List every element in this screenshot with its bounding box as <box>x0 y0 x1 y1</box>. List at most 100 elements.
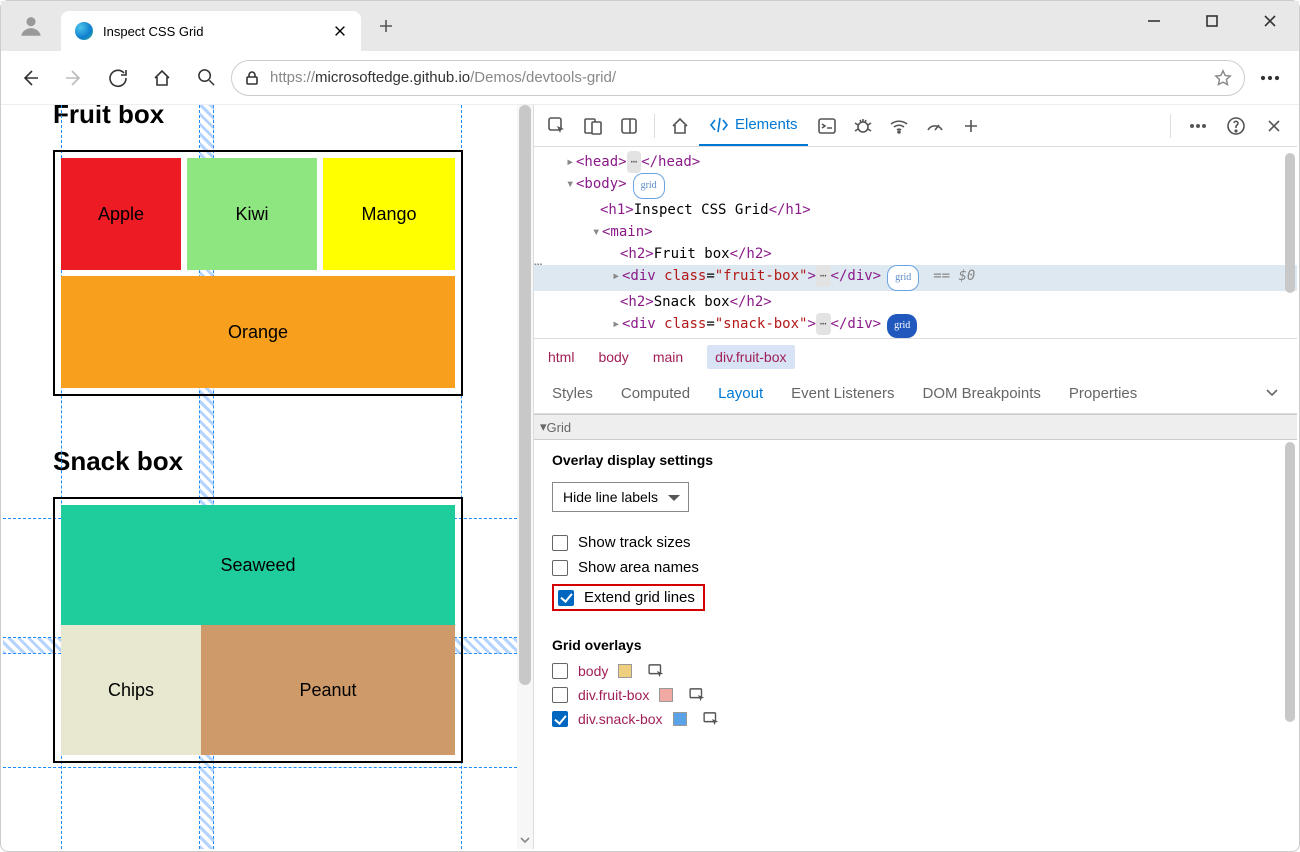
crumb-body[interactable]: body <box>598 349 628 365</box>
reveal-icon[interactable] <box>689 688 707 702</box>
dom-scrollbar[interactable] <box>1283 147 1297 338</box>
elements-tab[interactable]: Elements <box>699 106 808 146</box>
favorite-icon[interactable] <box>1214 69 1232 87</box>
overlay-fruit-row[interactable]: div.fruit-box <box>552 687 1279 703</box>
checkbox-icon <box>552 560 568 576</box>
crumb-selected[interactable]: div.fruit-box <box>707 345 794 369</box>
cell-orange: Orange <box>61 276 455 388</box>
show-track-sizes-row[interactable]: Show track sizes <box>552 534 1279 551</box>
wifi-icon <box>889 116 909 136</box>
close-icon <box>1266 118 1282 134</box>
inspect-icon <box>547 116 567 136</box>
cell-mango: Mango <box>323 158 455 270</box>
dock-button[interactable] <box>612 109 646 143</box>
dom-selected-row[interactable]: ▸<div class="fruit-box">⋯</div>grid== $0 <box>534 265 1297 291</box>
forward-button[interactable] <box>55 59 93 97</box>
devtools-menu-button[interactable] <box>1181 109 1215 143</box>
refresh-button[interactable] <box>99 59 137 97</box>
minimize-icon <box>1147 14 1161 28</box>
grid-overlay-line <box>3 767 517 768</box>
maximize-button[interactable] <box>1183 1 1241 41</box>
devtools-panel: Elements ⋯ ▸<head>⋯</head> ▾<body>grid <… <box>533 105 1297 849</box>
page-scrollbar[interactable] <box>517 105 533 849</box>
performance-tab-icon[interactable] <box>918 109 952 143</box>
more-tabs-button[interactable] <box>954 109 988 143</box>
cell-kiwi: Kiwi <box>187 158 317 270</box>
devtools-tabbar: Elements <box>534 105 1297 147</box>
overlay-body-row[interactable]: body <box>552 663 1279 679</box>
home-icon <box>670 116 690 136</box>
extend-grid-lines-highlight: Extend grid lines <box>552 584 705 611</box>
scrollbar-thumb[interactable] <box>1285 442 1295 722</box>
address-bar[interactable]: https://microsoftedge.github.io/Demos/de… <box>231 60 1245 96</box>
line-labels-select[interactable]: Hide line labels <box>552 482 689 512</box>
back-button[interactable] <box>11 59 49 97</box>
dock-icon <box>620 117 638 135</box>
browser-tab[interactable]: Inspect CSS Grid <box>61 11 361 51</box>
color-swatch[interactable] <box>659 688 673 702</box>
cell-chips: Chips <box>61 625 201 755</box>
devtools-help-button[interactable] <box>1219 109 1253 143</box>
gauge-icon <box>925 116 945 136</box>
help-icon <box>1226 116 1246 136</box>
device-icon <box>583 116 603 136</box>
refresh-icon <box>108 68 128 88</box>
subtab-properties[interactable]: Properties <box>1069 385 1137 402</box>
scrollbar-thumb[interactable] <box>519 105 531 685</box>
devtools-close-button[interactable] <box>1257 109 1291 143</box>
scrollbar-thumb[interactable] <box>1285 153 1295 293</box>
color-swatch[interactable] <box>618 664 632 678</box>
lock-icon <box>244 70 260 86</box>
reveal-icon[interactable] <box>703 712 721 726</box>
window-titlebar: Inspect CSS Grid <box>1 1 1299 51</box>
edge-icon <box>75 22 93 40</box>
home-icon <box>152 68 172 88</box>
code-icon <box>709 115 729 135</box>
checkbox-icon <box>552 535 568 551</box>
settings-menu-button[interactable] <box>1251 59 1289 97</box>
crumb-main[interactable]: main <box>653 349 683 365</box>
subtab-styles[interactable]: Styles <box>552 385 593 402</box>
breadcrumb: html body main div.fruit-box <box>534 338 1297 374</box>
layout-pane: Overlay display settings Hide line label… <box>534 440 1297 849</box>
styles-subtabs: Styles Computed Layout Event Listeners D… <box>534 374 1297 414</box>
plus-icon <box>963 118 979 134</box>
network-tab-icon[interactable] <box>882 109 916 143</box>
console-tab-icon[interactable] <box>810 109 844 143</box>
chevron-down-icon <box>520 835 530 845</box>
cell-peanut: Peanut <box>201 625 455 755</box>
layout-scrollbar[interactable] <box>1283 440 1297 849</box>
dom-tree[interactable]: ⋯ ▸<head>⋯</head> ▾<body>grid <h1>Inspec… <box>534 147 1297 338</box>
cell-seaweed: Seaweed <box>61 505 455 625</box>
search-icon <box>197 68 216 87</box>
profile-button[interactable] <box>1 1 61 51</box>
subtab-layout[interactable]: Layout <box>718 385 763 402</box>
checkbox-checked-icon <box>558 590 574 606</box>
crumb-html[interactable]: html <box>548 349 574 365</box>
new-tab-button[interactable] <box>361 1 411 51</box>
checkbox-icon <box>552 663 568 679</box>
subtab-event-listeners[interactable]: Event Listeners <box>791 385 894 402</box>
home-button[interactable] <box>143 59 181 97</box>
tab-title: Inspect CSS Grid <box>103 24 323 39</box>
color-swatch[interactable] <box>673 712 687 726</box>
subtab-dom-breakpoints[interactable]: DOM Breakpoints <box>923 385 1041 402</box>
close-tab-icon[interactable] <box>333 24 347 38</box>
minimize-button[interactable] <box>1125 1 1183 41</box>
close-window-button[interactable] <box>1241 1 1299 41</box>
subtab-computed[interactable]: Computed <box>621 385 690 402</box>
console-icon <box>817 116 837 136</box>
reveal-icon[interactable] <box>648 664 666 678</box>
inspect-element-button[interactable] <box>540 109 574 143</box>
grid-section-header[interactable]: ▾ Grid <box>534 414 1297 440</box>
welcome-tab[interactable] <box>663 109 697 143</box>
snack-box-grid: Seaweed Chips Peanut <box>53 497 463 763</box>
show-area-names-row[interactable]: Show area names <box>552 559 1279 576</box>
extend-grid-lines-row[interactable]: Extend grid lines <box>558 589 695 606</box>
overlay-snack-row[interactable]: div.snack-box <box>552 711 1279 727</box>
sources-tab-icon[interactable] <box>846 109 880 143</box>
search-button[interactable] <box>187 59 225 97</box>
close-icon <box>1263 14 1277 28</box>
subtab-overflow[interactable] <box>1265 385 1279 403</box>
device-toggle-button[interactable] <box>576 109 610 143</box>
